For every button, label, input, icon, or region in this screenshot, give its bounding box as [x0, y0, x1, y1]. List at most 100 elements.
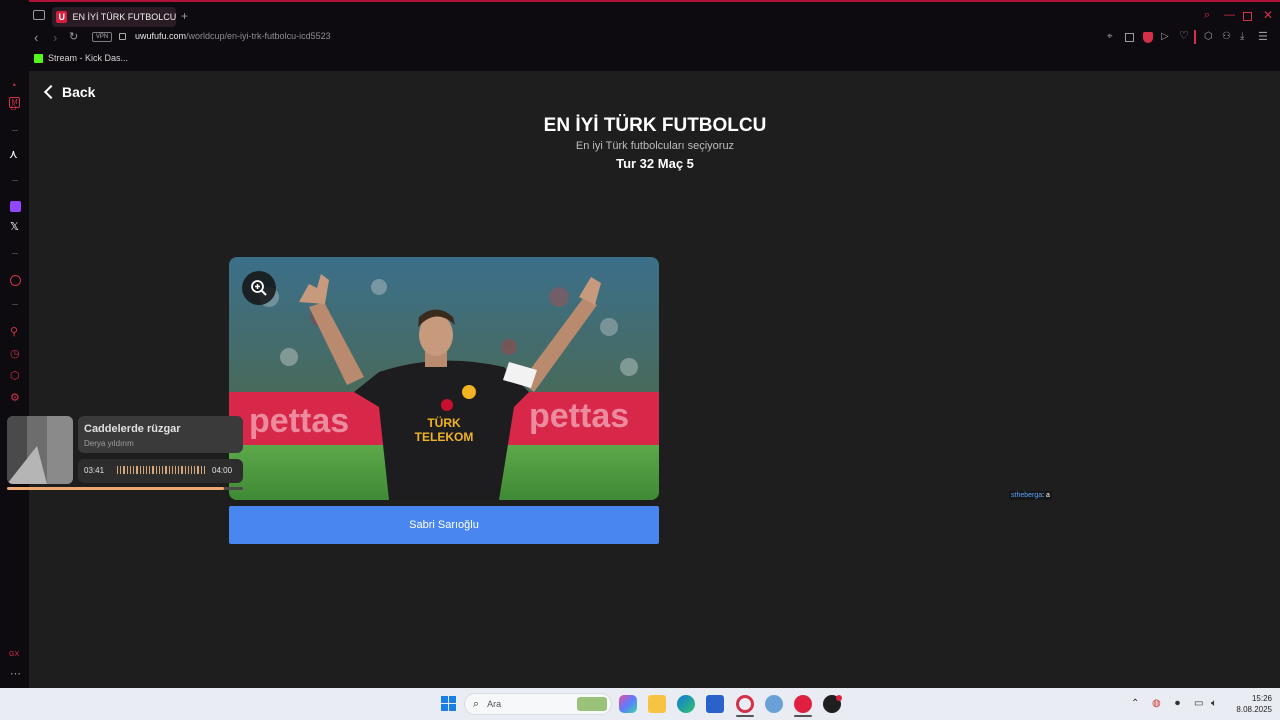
- chat-text: : a: [1042, 492, 1050, 499]
- taskbar: [0, 688, 1280, 720]
- history-icon[interactable]: ◷: [10, 349, 20, 360]
- vpn-badge[interactable]: VPN: [92, 32, 112, 42]
- waveform-bar: [194, 465, 196, 474]
- gx-icon[interactable]: GX: [9, 651, 19, 658]
- page-title: EN İYİ TÜRK FUTBOLCU: [543, 115, 767, 136]
- svg-text:pettas: pettas: [249, 402, 349, 440]
- menu-icon[interactable]: ☰: [1258, 32, 1268, 43]
- progress-fill: [7, 487, 225, 490]
- waveform-bar: [149, 465, 151, 474]
- adblock-shield-icon[interactable]: [1143, 32, 1153, 43]
- more-icon[interactable]: ⋯: [10, 669, 21, 680]
- waveform-bar: [171, 465, 173, 474]
- browser-titlebar: U EN İYİ TÜRK FUTBOLCU | + ⌕ — ✕: [0, 0, 1280, 29]
- chevron-up-icon[interactable]: ⌃: [1131, 698, 1139, 709]
- system-clock[interactable]: 15:26 8.08.2025: [1226, 693, 1272, 715]
- new-tab-icon[interactable]: +: [181, 10, 188, 22]
- windows-start-icon[interactable]: [441, 696, 456, 711]
- waveform-bar: [197, 465, 199, 474]
- close-icon[interactable]: ✕: [1263, 9, 1273, 21]
- search-placeholder: Ara: [487, 699, 502, 709]
- waveform-bar: [181, 465, 183, 474]
- media-player-icon[interactable]: [794, 695, 812, 713]
- divider: [12, 304, 18, 305]
- waveform-bar: [184, 465, 186, 474]
- choice-button[interactable]: Sabri Sarıoğlu: [229, 506, 659, 544]
- extensions-sidebar-icon[interactable]: ⬡: [10, 371, 20, 382]
- back-nav-icon[interactable]: ‹: [34, 31, 38, 44]
- browser-tab-active[interactable]: U EN İYİ TÜRK FUTBOLCU |: [52, 7, 176, 27]
- svg-text:pettas: pettas: [529, 397, 629, 435]
- waveform-bar: [155, 465, 157, 474]
- reload-icon[interactable]: ↻: [69, 32, 78, 43]
- active-app-indicator: [736, 715, 754, 717]
- waveform-bar: [117, 465, 119, 474]
- x-twitter-icon[interactable]: 𝕏: [10, 222, 19, 233]
- restore-icon[interactable]: [1243, 12, 1252, 21]
- opera-gx-taskbar-icon[interactable]: [736, 695, 754, 713]
- chat-message: stheberga: a: [1009, 491, 1052, 500]
- profile-icon[interactable]: ⚇: [1222, 32, 1231, 42]
- jersey-text-2: TELEKOM: [415, 430, 474, 444]
- waveform-bar: [158, 465, 161, 474]
- security-tray-icon[interactable]: ◍: [1152, 698, 1161, 709]
- messenger-icon[interactable]: M: [9, 97, 20, 108]
- display-icon[interactable]: ▭: [1194, 698, 1203, 709]
- zoom-in-icon: [251, 280, 267, 296]
- jersey-text-1: TÜRK: [427, 415, 461, 430]
- waveform-bar: [145, 465, 148, 474]
- search-icon[interactable]: ⌕: [1204, 10, 1210, 21]
- pinboard-icon[interactable]: ⚲: [10, 327, 18, 338]
- play-icon[interactable]: ▷: [1161, 32, 1169, 42]
- settings-icon[interactable]: ⚙: [10, 393, 20, 404]
- round-indicator: Tur 32 Maç 5: [616, 156, 694, 171]
- url-field[interactable]: uwufufu.com/worldcup/en-iyi-trk-futbolcu…: [135, 31, 331, 41]
- heart-icon[interactable]: ♡: [1179, 31, 1189, 42]
- player-icon[interactable]: [10, 275, 21, 286]
- bookmark-kick[interactable]: Stream - Kick Das...: [34, 53, 128, 63]
- waveform-bar: [165, 465, 167, 474]
- pin-icon[interactable]: ⌖: [1107, 32, 1113, 42]
- tab-islands-icon[interactable]: [33, 10, 45, 20]
- waveform-bar: [123, 465, 125, 474]
- current-time: 03:41: [84, 466, 105, 475]
- search-icon: ⌕: [473, 697, 480, 710]
- edge-icon[interactable]: [677, 695, 695, 713]
- store-icon[interactable]: [706, 695, 724, 713]
- track-title: Caddelerde rüzgar: [84, 423, 181, 435]
- waveform-bar: [129, 465, 132, 474]
- waveform[interactable]: [117, 465, 206, 474]
- microphone-icon[interactable]: ⏺: [1175, 698, 1180, 709]
- clock-date: 8.08.2025: [1236, 705, 1272, 714]
- lock-icon[interactable]: [119, 33, 126, 40]
- divider: [12, 253, 18, 254]
- waveform-bar: [200, 465, 202, 474]
- chat-user: stheberga: [1011, 492, 1043, 499]
- taskbar-search[interactable]: ⌕ Ara: [464, 693, 612, 715]
- clock-time: 15:26: [1251, 694, 1272, 703]
- extensions-icon[interactable]: ⬡: [1204, 32, 1213, 42]
- notification-badge: [836, 695, 842, 701]
- twitch-icon[interactable]: [10, 201, 21, 212]
- url-path: /worldcup/en-iyi-trk-futbolcu-icd5523: [186, 31, 331, 41]
- search-highlight-icon: [577, 697, 607, 711]
- divider: [12, 180, 18, 181]
- waveform-bar: [152, 465, 154, 474]
- minimize-icon[interactable]: —: [1224, 10, 1235, 21]
- back-button[interactable]: Back: [42, 84, 95, 100]
- volume-icon[interactable]: 🔈︎: [1211, 698, 1217, 709]
- network-app-icon[interactable]: [765, 695, 783, 713]
- copilot-icon[interactable]: [619, 695, 637, 713]
- album-art: [7, 416, 73, 484]
- back-label: Back: [62, 84, 96, 100]
- waveform-bar: [142, 465, 144, 474]
- download-icon[interactable]: ⤓: [1240, 32, 1244, 42]
- waveform-bar: [187, 465, 190, 474]
- waveform-bar: [162, 465, 164, 474]
- aria-icon[interactable]: ◔: [10, 81, 17, 92]
- zoom-button[interactable]: [242, 271, 276, 305]
- player-photo[interactable]: pettas pettas TÜRK TELEKOM: [229, 257, 659, 500]
- snapshot-icon[interactable]: [1125, 33, 1134, 42]
- forward-nav-icon[interactable]: ›: [53, 31, 57, 44]
- file-explorer-icon[interactable]: [648, 695, 666, 713]
